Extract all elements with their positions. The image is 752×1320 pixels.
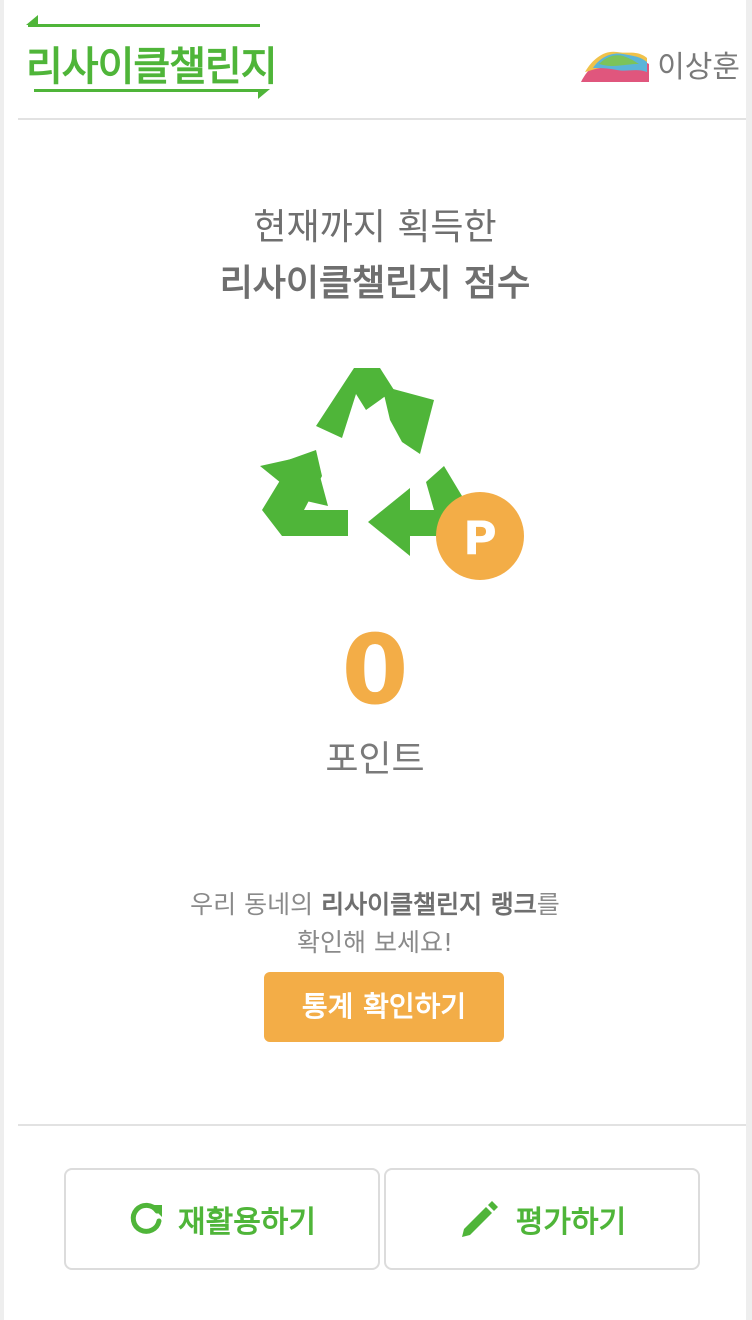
divider [18, 1124, 746, 1126]
refresh-icon [130, 1202, 162, 1234]
recycle-graphic: P [244, 350, 544, 600]
score-title: 리사이클챌린지 점수 [219, 263, 531, 304]
points-badge-icon: P [463, 511, 497, 565]
rank-message-line1: 우리 동네의 리사이클챌린지 랭크를 [4, 886, 746, 924]
logo-line-top [26, 15, 260, 27]
rank-message-suffix: 를 [536, 890, 560, 919]
app-screen: 리사이클챌린지 이상훈 현재까지 획득한 리사이클챌린지 점수 P 0 포인트 … [0, 0, 752, 1320]
score-subtitle: 현재까지 획득한 [253, 207, 497, 248]
recycle-button[interactable]: 재활용하기 [64, 1168, 380, 1270]
review-button-label: 평가하기 [515, 1205, 627, 1240]
logo-text: 리사이클챌린지 [26, 44, 278, 90]
app-logo[interactable]: 리사이클챌린지 [26, 14, 278, 102]
rank-message-bold: 리사이클챌린지 랭크 [321, 890, 537, 919]
logo-line-bottom [34, 89, 270, 99]
rank-message: 우리 동네의 리사이클챌린지 랭크를 확인해 보세요! [4, 886, 746, 962]
avatar-icon [581, 51, 650, 82]
review-button[interactable]: 평가하기 [384, 1168, 700, 1270]
user-profile[interactable]: 이상훈 [579, 42, 740, 86]
points-value: 0 [341, 614, 409, 726]
header: 리사이클챌린지 이상훈 [18, 0, 746, 120]
points-unit: 포인트 [325, 739, 425, 780]
rank-message-prefix: 우리 동네의 [190, 890, 322, 919]
recycle-icon: P [260, 368, 524, 580]
view-stats-button[interactable]: 통계 확인하기 [264, 972, 504, 1042]
pencil-icon [461, 1201, 498, 1237]
score-heading: 현재까지 획득한 리사이클챌린지 점수 [4, 200, 746, 312]
rank-message-line2: 확인해 보세요! [297, 928, 453, 957]
recycle-button-label: 재활용하기 [178, 1205, 316, 1240]
user-name: 이상훈 [657, 50, 740, 85]
